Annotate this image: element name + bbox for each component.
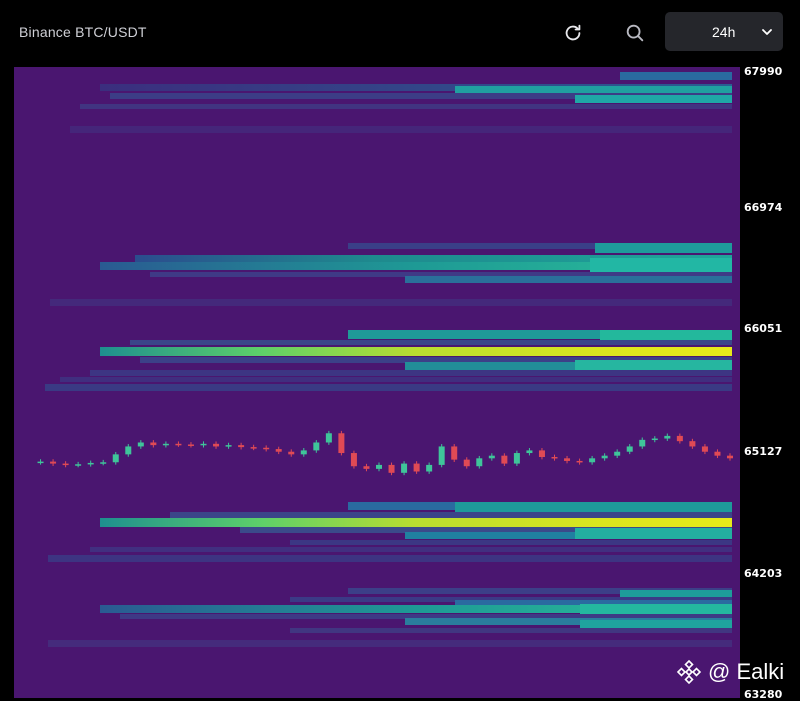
liquidity-band (575, 528, 732, 539)
liquidity-band (575, 360, 732, 370)
candle-body (125, 446, 132, 455)
candle-body (601, 455, 608, 459)
timeframe-value: 24h (712, 24, 736, 40)
liquidity-band (170, 512, 732, 518)
liquidity-band (620, 72, 732, 80)
liquidity-band (590, 258, 732, 272)
liquidity-band (405, 276, 732, 283)
candle-body (639, 439, 646, 447)
candle-body (664, 435, 671, 439)
liquidation-heatmap[interactable] (0, 66, 800, 698)
liquidity-band (45, 384, 732, 391)
chevron-down-icon (762, 29, 772, 35)
liquidity-band (130, 340, 732, 345)
candle-body (313, 442, 320, 451)
candle-body (413, 463, 420, 472)
candle-body (225, 445, 232, 447)
candle-body (275, 449, 282, 452)
candle-body (676, 435, 683, 442)
candle-body (463, 459, 470, 467)
candle-body (263, 447, 270, 450)
liquidity-band (455, 86, 732, 94)
header-bar: Binance BTC/USDT 24h (0, 0, 800, 66)
candle-body (438, 446, 445, 465)
search-icon (626, 24, 644, 42)
candle-body (451, 446, 458, 460)
candle-body (538, 450, 545, 457)
liquidity-band (620, 590, 732, 598)
candle-body (187, 444, 194, 446)
search-button[interactable] (620, 18, 650, 48)
candle-body (150, 442, 157, 446)
candle-body (363, 466, 370, 469)
candle-body (350, 453, 357, 467)
liquidity-band (90, 370, 732, 376)
candle-body (589, 458, 596, 463)
liquidity-band (50, 299, 732, 306)
candle-body (50, 461, 57, 464)
candle-body (112, 454, 119, 463)
candle-body (288, 451, 295, 455)
candle-body (614, 451, 621, 456)
candle-body (62, 463, 69, 466)
candle-body (488, 455, 495, 459)
candle-body (388, 464, 395, 473)
candle-body (325, 433, 332, 443)
watermark: @ Ealki (676, 657, 784, 687)
binance-logo-icon (676, 659, 702, 685)
liquidity-band (100, 518, 732, 527)
candle-body (213, 443, 220, 447)
timeframe-select[interactable]: 24h (665, 12, 783, 51)
candle-body (162, 443, 169, 446)
candle-body (250, 447, 257, 449)
liquidity-band (48, 640, 732, 647)
liquidity-band (580, 620, 732, 628)
candle-body (701, 446, 708, 452)
candle-body (727, 455, 733, 459)
candle-body (87, 462, 94, 465)
candle-body (651, 438, 658, 441)
candle-body (426, 464, 433, 472)
candle-body (376, 464, 382, 469)
liquidity-band (80, 104, 732, 109)
liquidity-band (70, 126, 732, 133)
candle-body (338, 433, 345, 454)
liquidity-band (60, 377, 732, 382)
liquidity-band (595, 243, 732, 253)
candle-body (175, 443, 182, 446)
refresh-button[interactable] (558, 18, 588, 48)
candle-body (689, 441, 696, 447)
candle-body (513, 453, 520, 464)
candle-body (564, 458, 571, 461)
candle-body (200, 443, 207, 446)
candle-body (300, 450, 307, 455)
candle-body (75, 464, 82, 466)
candle-body (37, 461, 44, 464)
liquidity-band (48, 555, 732, 562)
liquidity-band (90, 547, 732, 552)
candle-body (401, 463, 408, 473)
liquidity-band (290, 628, 732, 633)
liquidity-band (575, 95, 732, 103)
liquidity-band (100, 347, 732, 356)
market-title: Binance BTC/USDT (19, 24, 147, 40)
refresh-icon (565, 24, 581, 41)
candle-body (501, 455, 508, 464)
candle-body (100, 462, 107, 464)
watermark-text: @ Ealki (708, 659, 785, 684)
candle-body (238, 445, 245, 448)
candle-body (551, 456, 558, 459)
candle-body (476, 458, 483, 467)
liquidity-band (290, 540, 732, 545)
candle-body (714, 451, 721, 456)
candle-body (137, 442, 144, 447)
candle-body (526, 450, 533, 454)
candle-body (576, 460, 583, 463)
candle-body (626, 446, 633, 452)
